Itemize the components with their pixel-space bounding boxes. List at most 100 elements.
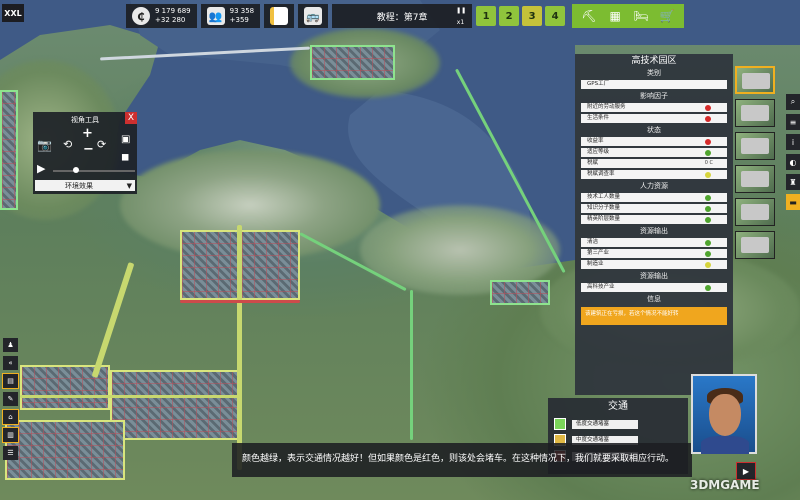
encyclopedia-button[interactable] [264, 4, 295, 28]
road-main-ns [237, 225, 242, 470]
tutorial-chapter[interactable]: 教程：第7章 ❚❚ x1 [332, 4, 473, 28]
thumbnail-truck[interactable] [735, 165, 775, 193]
info-row[interactable]: 收益率 [581, 137, 727, 146]
info-row[interactable]: 适应等级 [581, 148, 727, 157]
transport-button[interactable]: 🚌 [298, 4, 329, 28]
population-counter[interactable]: 👥 93 358 +359 [200, 4, 261, 28]
zoom-in-icon[interactable]: + [82, 126, 93, 141]
money-icon: ₵ [132, 7, 150, 25]
info-row-label: 制造业 [587, 261, 604, 267]
rotate-right-icon[interactable]: ⟳ [97, 138, 106, 151]
west-district-2 [5, 420, 125, 480]
rotate-left-icon[interactable]: ⟲ [63, 138, 72, 151]
map-size-badge[interactable]: XXL [2, 4, 24, 22]
worker-icon[interactable]: ♟ [3, 338, 18, 352]
watermark: 3DMGAME [690, 478, 760, 492]
building-icon[interactable]: ▤ [2, 373, 19, 389]
bus-icon [741, 105, 769, 121]
game-speed[interactable]: x1 [457, 19, 464, 26]
status-indicator-icon [705, 105, 711, 111]
cargo-icon [741, 237, 769, 253]
top-hud: ₵ 9 179 689 +32 280 👥 93 358 +359 🚌 教程：第… [126, 4, 685, 28]
info-row-label: GPS工厂 [587, 81, 610, 87]
northwest-district [0, 90, 18, 210]
bulldoze-icon[interactable]: ⛏ [578, 7, 600, 25]
tutorial-dialog: 颜色越绿，表示交通情况越好！但如果颜色是红色，则该处会堵车。在这种情况下，我们就… [232, 443, 692, 477]
video-icon[interactable]: ◼ [121, 152, 129, 163]
population-icon: 👥 [206, 7, 225, 25]
thumbnail-district[interactable] [735, 132, 775, 160]
info-row-label: 生活条件 [587, 115, 610, 121]
collapse-icon[interactable]: « [3, 356, 18, 370]
status-indicator-icon [705, 195, 711, 201]
info-row[interactable]: 精英阶层数量 [581, 215, 727, 224]
info-row[interactable]: 高科技产业 [581, 283, 727, 292]
zoning-icon[interactable]: ▦ [604, 7, 626, 25]
info-row[interactable]: 生活条件 [581, 114, 727, 123]
thumbnail-factory[interactable] [735, 66, 775, 94]
goal-button-3[interactable]: 3 [522, 6, 543, 26]
building-thumbnails [735, 66, 777, 264]
shop-cart-icon[interactable]: 🛒 [656, 7, 678, 25]
info-row[interactable]: 附近的劳动服务 [581, 103, 727, 112]
tool-icon[interactable]: ✎ [3, 392, 18, 406]
info-row[interactable]: 清洁 [581, 238, 727, 247]
truck-icon [741, 171, 769, 187]
building-info-panel: 高技术园区 类别 GPS工厂 影响因子 附近的劳动服务 生活条件 状态 收益率 适应等级 税赋 0… [575, 54, 733, 395]
info-row-label: 附近的劳动服务 [587, 104, 626, 110]
info-row-label: 精英阶层数量 [587, 216, 621, 222]
camera-tool-title: 视角工具 [71, 116, 99, 124]
tower-icon[interactable]: ♜ [786, 174, 800, 190]
close-button[interactable]: X [125, 112, 137, 124]
environment-effect-select[interactable]: 环境效果 ▼ [35, 180, 135, 191]
money-delta: +32 280 [155, 16, 186, 24]
section-heading: 类别 [647, 69, 661, 77]
goal-button-2[interactable]: 2 [499, 6, 520, 26]
traffic-title: 交通 [608, 401, 628, 412]
search-icon[interactable]: ⌕ [786, 94, 800, 110]
slider-handle[interactable] [73, 167, 79, 173]
info-row[interactable]: 税赋调查率 [581, 170, 727, 179]
list-icon[interactable]: ≡ [786, 114, 800, 130]
goal-button-1[interactable]: 1 [476, 6, 497, 26]
info-row[interactable]: 制造业 [581, 260, 727, 269]
landmark-icon[interactable]: ⌂ [2, 409, 19, 425]
info-row[interactable]: 技术工人数量 [581, 193, 727, 202]
info-row-label: 知识分子数量 [587, 205, 621, 211]
info-row-label: 高科技产业 [587, 284, 615, 290]
thumbnail-cargo[interactable] [735, 231, 775, 259]
book-icon [270, 7, 289, 25]
info-row-label: 税赋调查率 [587, 171, 615, 177]
factory-view-icon[interactable]: ▬ [786, 194, 800, 210]
info-icon[interactable]: i [786, 134, 800, 150]
status-indicator-icon [705, 251, 711, 257]
info-row-label: 第三产业 [587, 250, 610, 256]
goal-button-4[interactable]: 4 [545, 6, 566, 26]
info-heading: 信息 [647, 295, 661, 303]
money-counter[interactable]: ₵ 9 179 689 +32 280 [126, 4, 197, 28]
info-row[interactable]: 税赋 0 C [581, 159, 727, 168]
advisor-avatar [691, 374, 757, 454]
info-row-label: 收益率 [587, 138, 604, 144]
info-warning: 该建筑正在亏损，若这个情况不能好转 [581, 307, 727, 325]
tutorial-label: 教程：第7章 [376, 12, 428, 23]
residence-icon[interactable]: 🛏 [630, 7, 652, 25]
play-icon[interactable]: ▶ [37, 162, 45, 175]
thumbnail-bus[interactable] [735, 99, 775, 127]
camera-speed-slider[interactable] [53, 167, 135, 173]
legend-swatch [554, 418, 566, 430]
status-indicator-icon [705, 172, 711, 178]
stats-icon[interactable]: ▥ [2, 427, 19, 443]
info-row[interactable]: 第三产业 [581, 249, 727, 258]
thumbnail-train[interactable] [735, 198, 775, 226]
layers-icon[interactable]: ☰ [3, 446, 18, 460]
camera-icon[interactable]: 📷 [37, 138, 52, 152]
pause-icon[interactable]: ❚❚ [456, 7, 466, 14]
status-indicator-icon [705, 116, 711, 122]
info-row[interactable]: GPS工厂 [581, 80, 727, 89]
tutorial-text: 颜色越绿，表示交通情况越好！但如果颜色是红色，则该处会堵车。在这种情况下，我们就… [242, 454, 675, 464]
graph-icon[interactable]: ◐ [786, 154, 800, 170]
screenshot-icon[interactable]: ▣ [121, 134, 130, 145]
info-row[interactable]: 知识分子数量 [581, 204, 727, 213]
zoom-out-icon[interactable]: − [83, 142, 94, 157]
